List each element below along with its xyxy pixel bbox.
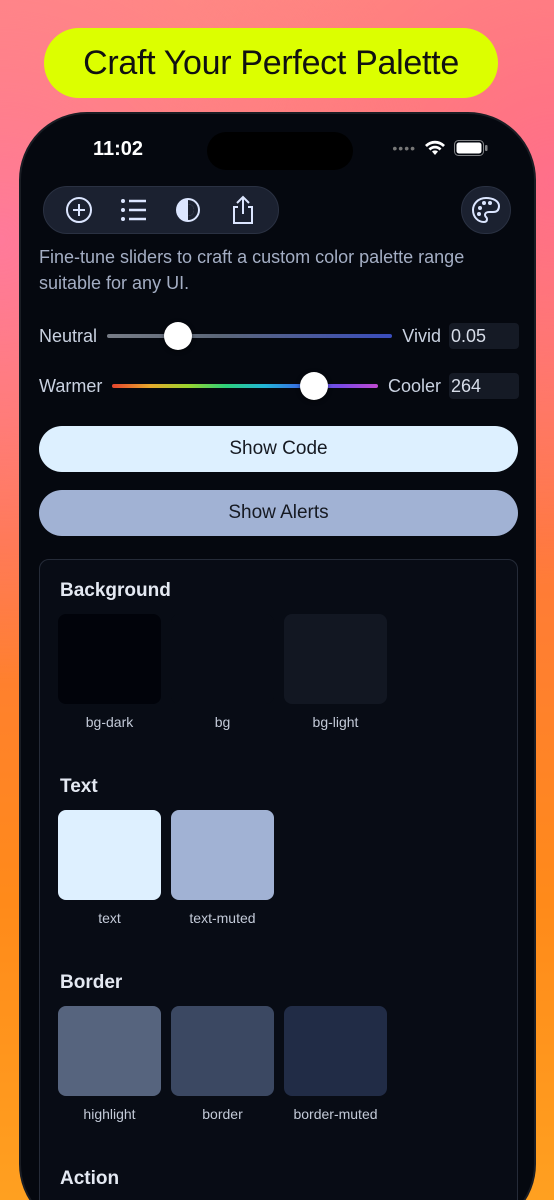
list-button[interactable] [116, 192, 152, 228]
wifi-icon [425, 140, 445, 155]
status-icons: •••• [392, 140, 488, 156]
cellular-dots-icon: •••• [392, 140, 416, 156]
contrast-icon [176, 198, 201, 222]
warmer-label: Warmer [39, 375, 103, 396]
saturation-value-field[interactable]: 0.05 [449, 323, 519, 349]
swatch-text-muted[interactable] [171, 810, 274, 900]
swatch-label-highlight: highlight [83, 1106, 136, 1122]
show-alerts-button[interactable]: Show Alerts [39, 490, 518, 536]
dynamic-island [207, 132, 353, 170]
section-title-text: Text [60, 776, 98, 797]
add-circle-icon [66, 197, 93, 223]
section-title-border: Border [60, 972, 123, 993]
status-time: 11:02 [93, 138, 144, 160]
saturation-slider[interactable] [107, 322, 393, 350]
swatch-label-text-muted: text-muted [189, 910, 256, 926]
swatch-bg-light[interactable] [284, 614, 387, 704]
swatch-highlight[interactable] [58, 1006, 161, 1096]
saturation-slider-thumb[interactable] [164, 322, 193, 350]
show-alerts-label: Show Alerts [228, 502, 329, 523]
headline-banner: Craft Your Perfect Palette [44, 28, 498, 98]
hue-slider-thumb[interactable] [300, 372, 329, 400]
section-title-background: Background [60, 580, 171, 601]
show-code-label: Show Code [229, 438, 328, 459]
hue-value-field[interactable]: 264 [449, 373, 519, 399]
neutral-label: Neutral [39, 325, 98, 346]
swatch-border[interactable] [171, 1006, 274, 1096]
swatch-label-border: border [202, 1106, 243, 1122]
palette-button[interactable] [461, 186, 511, 234]
toolbar [43, 186, 279, 234]
swatch-text[interactable] [58, 810, 161, 900]
swatch-label-bg-light: bg-light [312, 714, 359, 730]
swatch-label-border-muted: border-muted [293, 1106, 378, 1122]
description-text: Fine-tune sliders to craft a custom colo… [39, 247, 465, 293]
saturation-slider-row: Neutral Vivid 0.05 [39, 322, 519, 350]
hue-slider-row: Warmer Cooler 264 [39, 372, 519, 400]
cooler-label: Cooler [387, 375, 441, 396]
palette-panel: Background bg-dark bg bg-light Text text text-… [39, 559, 518, 1200]
hue-slider[interactable] [112, 372, 378, 400]
list-icon [120, 199, 146, 221]
swatch-label-bg-dark: bg-dark [85, 714, 134, 730]
phone-frame: 11:02 •••• Fine-tune sliders to craft a … [19, 112, 536, 1200]
contrast-button[interactable] [170, 192, 206, 228]
vivid-label: Vivid [402, 325, 441, 346]
swatch-bg-dark[interactable] [58, 614, 161, 704]
swatch-label-text: text [98, 910, 121, 926]
add-button[interactable] [61, 192, 97, 228]
swatch-border-muted[interactable] [284, 1006, 387, 1096]
share-button[interactable] [225, 192, 261, 228]
headline-text: Craft Your Perfect Palette [83, 43, 459, 82]
show-code-button[interactable]: Show Code [39, 426, 518, 472]
swatch-label-bg: bg [214, 714, 231, 730]
palette-icon [471, 196, 501, 224]
battery-icon [454, 140, 488, 156]
swatch-bg[interactable] [171, 614, 274, 704]
section-title-action: Action [60, 1168, 120, 1189]
share-icon [232, 195, 253, 224]
